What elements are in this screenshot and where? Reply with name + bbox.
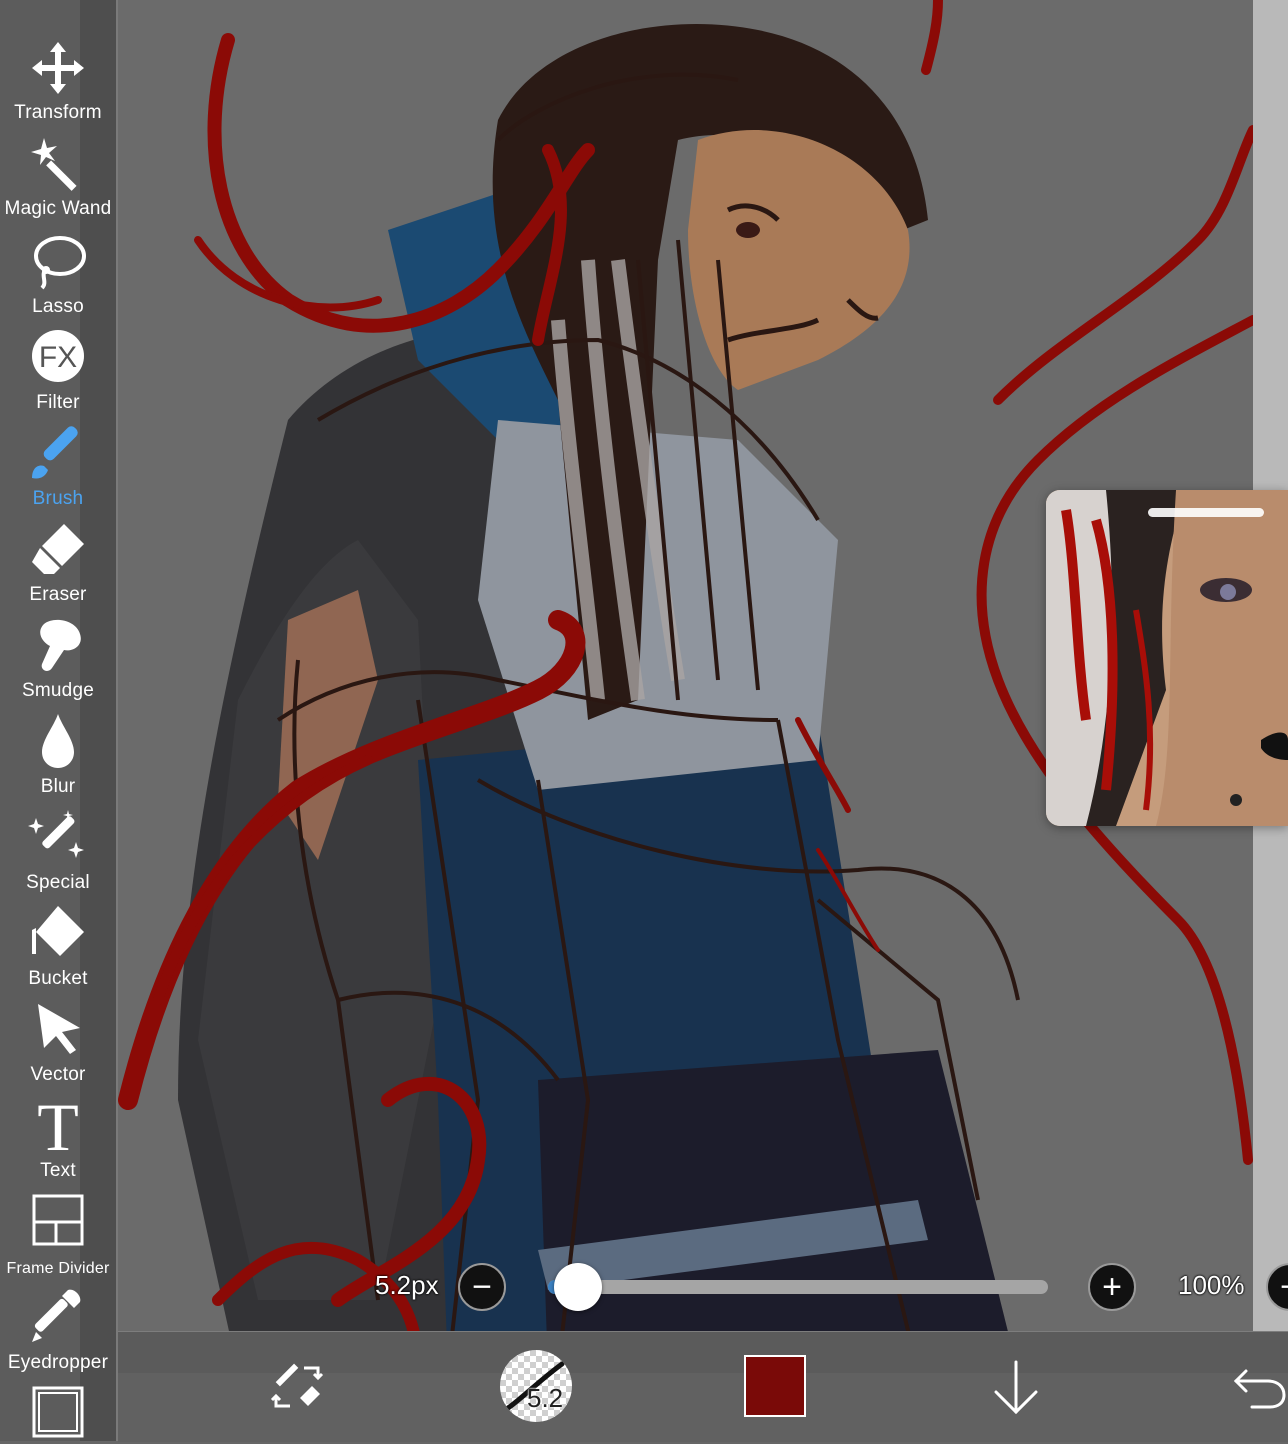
tool-smudge[interactable]: Smudge (0, 616, 116, 712)
text-icon: T (37, 1096, 79, 1156)
vector-cursor-icon (38, 1004, 80, 1054)
eraser-icon (32, 524, 84, 574)
tool-label: Text (40, 1160, 76, 1181)
coat-lower (538, 1050, 1018, 1372)
eyedropper-icon (32, 1289, 81, 1342)
tool-eraser[interactable]: Eraser (0, 520, 116, 616)
fx-icon: FX (32, 330, 84, 382)
tool-eyedropper[interactable]: Eyedropper (0, 1288, 116, 1384)
tool-text[interactable]: T Text (0, 1096, 116, 1192)
download-arrow-icon[interactable] (990, 1358, 1042, 1416)
opacity-readout: 100% (1178, 1270, 1245, 1300)
canvas-frame-icon (32, 1386, 84, 1438)
tool-special[interactable]: Special (0, 808, 116, 904)
tool-label: Eraser (29, 584, 87, 605)
tool-filter[interactable]: FX Filter (0, 328, 116, 424)
tool-blur[interactable]: Blur (0, 712, 116, 808)
tool-bucket[interactable]: Bucket (0, 904, 116, 1000)
magic-wand-icon (31, 138, 77, 191)
swap-brush-eraser-icon[interactable] (268, 1358, 326, 1416)
tool-frame-divider[interactable]: Frame Divider (0, 1192, 116, 1288)
tool-canvas-partial[interactable] (0, 1384, 116, 1441)
tool-label: Bucket (28, 968, 88, 989)
size-increase-button[interactable]: + (1088, 1263, 1136, 1311)
transform-icon (32, 42, 84, 94)
tool-label: Blur (40, 776, 76, 797)
brush-size-slider-track[interactable] (548, 1280, 1048, 1294)
tool-magic-wand[interactable]: Magic Wand (0, 134, 116, 230)
tool-label: Eyedropper (7, 1352, 109, 1373)
brush-size-value: 5.2 (527, 1383, 564, 1413)
brush-icon (32, 426, 78, 479)
color-swatch[interactable] (744, 1355, 806, 1417)
reference-window[interactable] (1046, 490, 1288, 826)
reference-image (1046, 490, 1288, 826)
tool-vector[interactable]: Vector (0, 1000, 116, 1096)
smudge-icon (40, 619, 81, 671)
undo-icon[interactable] (1230, 1365, 1286, 1409)
reference-window-handle[interactable] (1148, 508, 1264, 517)
lasso-icon (34, 236, 86, 290)
tool-label: Smudge (22, 680, 94, 701)
brush-size-readout: 5.2px (375, 1270, 439, 1300)
tool-label: Vector (30, 1064, 86, 1085)
brush-size-slider-thumb[interactable] (554, 1263, 602, 1311)
tool-label: Special (26, 872, 90, 893)
tool-transform[interactable]: Transform (0, 38, 116, 134)
tool-brush[interactable]: Brush (0, 424, 116, 520)
tool-lasso[interactable]: Lasso (0, 232, 116, 328)
tool-sidebar: Transform Magic Wand Lasso FX Filter Bru… (0, 0, 118, 1441)
svg-text:FX: FX (39, 341, 77, 374)
frame-divider-icon (32, 1194, 84, 1246)
size-decrease-button[interactable]: − (458, 1263, 506, 1311)
bucket-icon (32, 906, 84, 956)
svg-text:T: T (37, 1096, 79, 1156)
tool-label: Frame Divider (6, 1260, 110, 1277)
special-icon (28, 810, 84, 858)
tool-label: Lasso (32, 296, 84, 317)
tool-label: Transform (14, 102, 102, 123)
blur-drop-icon (42, 714, 74, 768)
tool-label: Magic Wand (4, 198, 112, 219)
tool-label: Brush (32, 488, 84, 509)
tool-label: Filter (36, 392, 80, 413)
